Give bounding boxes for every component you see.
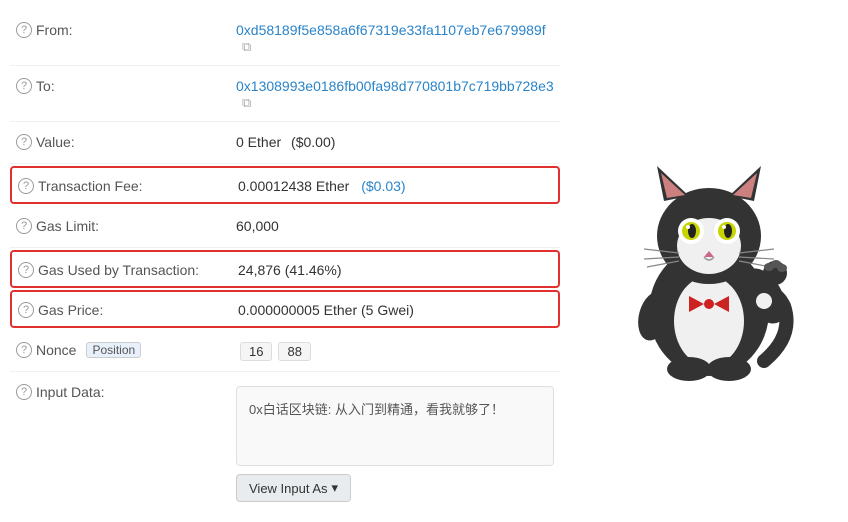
gaslimit-row: ? Gas Limit: 60,000	[10, 206, 560, 248]
gasused-value: 24,876 (41.46%)	[238, 260, 552, 278]
view-input-button[interactable]: View Input As ▾	[236, 474, 351, 502]
from-value: 0xd58189f5e858a6f67319e33fa1107eb7e67998…	[236, 20, 554, 55]
nonce-value: 16 88	[236, 340, 554, 361]
to-label: ? To:	[16, 76, 236, 94]
from-label: ? From:	[16, 20, 236, 38]
gasprice-help-icon[interactable]: ?	[18, 302, 34, 318]
gaslimit-help-icon[interactable]: ?	[16, 218, 32, 234]
gasprice-label: ? Gas Price:	[18, 300, 238, 318]
txfee-value: 0.00012438 Ether ($0.03)	[238, 176, 552, 194]
gasused-help-icon[interactable]: ?	[18, 262, 34, 278]
to-copy-icon[interactable]: ⧉	[242, 95, 251, 111]
nonce-label: ? Nonce Position	[16, 340, 236, 358]
nonce-position-badge[interactable]: Position	[86, 342, 141, 358]
cat-illustration	[609, 141, 809, 381]
chevron-down-icon: ▾	[332, 480, 339, 496]
from-help-icon[interactable]: ?	[16, 22, 32, 38]
inputdata-row: ? Input Data: 0x白话区块链: 从入门到精通，看我就够了！ Vie…	[10, 372, 560, 512]
to-address-link[interactable]: 0x1308993e0186fb00fa98d770801b7c719bb728…	[236, 78, 554, 94]
value-label: ? Value:	[16, 132, 236, 150]
txfee-help-icon[interactable]: ?	[18, 178, 34, 194]
cat-svg	[609, 141, 809, 381]
from-address-link[interactable]: 0xd58189f5e858a6f67319e33fa1107eb7e67998…	[236, 22, 546, 38]
from-row: ? From: 0xd58189f5e858a6f67319e33fa1107e…	[10, 10, 560, 66]
nonce-num1: 16	[240, 342, 272, 361]
to-row: ? To: 0x1308993e0186fb00fa98d770801b7c71…	[10, 66, 560, 122]
value-amount: 0 Ether ($0.00)	[236, 132, 554, 150]
nonce-num2: 88	[278, 342, 310, 361]
inputdata-help-icon[interactable]: ?	[16, 384, 32, 400]
txfee-label: ? Transaction Fee:	[18, 176, 238, 194]
to-value: 0x1308993e0186fb00fa98d770801b7c719bb728…	[236, 76, 554, 111]
nonce-row: ? Nonce Position 16 88	[10, 330, 560, 372]
gaslimit-value: 60,000	[236, 216, 554, 234]
inputdata-label: ? Input Data:	[16, 382, 236, 400]
nonce-numbers: 16 88	[240, 342, 311, 361]
gasused-label: ? Gas Used by Transaction:	[18, 260, 238, 278]
from-copy-icon[interactable]: ⧉	[242, 39, 251, 55]
nonce-help-icon[interactable]: ?	[16, 342, 32, 358]
value-row: ? Value: 0 Ether ($0.00)	[10, 122, 560, 164]
inputdata-value: 0x白话区块链: 从入门到精通，看我就够了！ View Input As ▾	[236, 382, 554, 502]
input-data-box: 0x白话区块链: 从入门到精通，看我就够了！	[236, 386, 554, 466]
cat-illustration-panel	[570, 10, 848, 512]
gasused-row: ? Gas Used by Transaction: 24,876 (41.46…	[10, 250, 560, 288]
value-help-icon[interactable]: ?	[16, 134, 32, 150]
gasprice-value: 0.000000005 Ether (5 Gwei)	[238, 300, 552, 318]
txfee-row: ? Transaction Fee: 0.00012438 Ether ($0.…	[10, 166, 560, 204]
to-help-icon[interactable]: ?	[16, 78, 32, 94]
gaslimit-label: ? Gas Limit:	[16, 216, 236, 234]
gasprice-row: ? Gas Price: 0.000000005 Ether (5 Gwei)	[10, 290, 560, 328]
txfee-usd: ($0.03)	[361, 178, 405, 194]
